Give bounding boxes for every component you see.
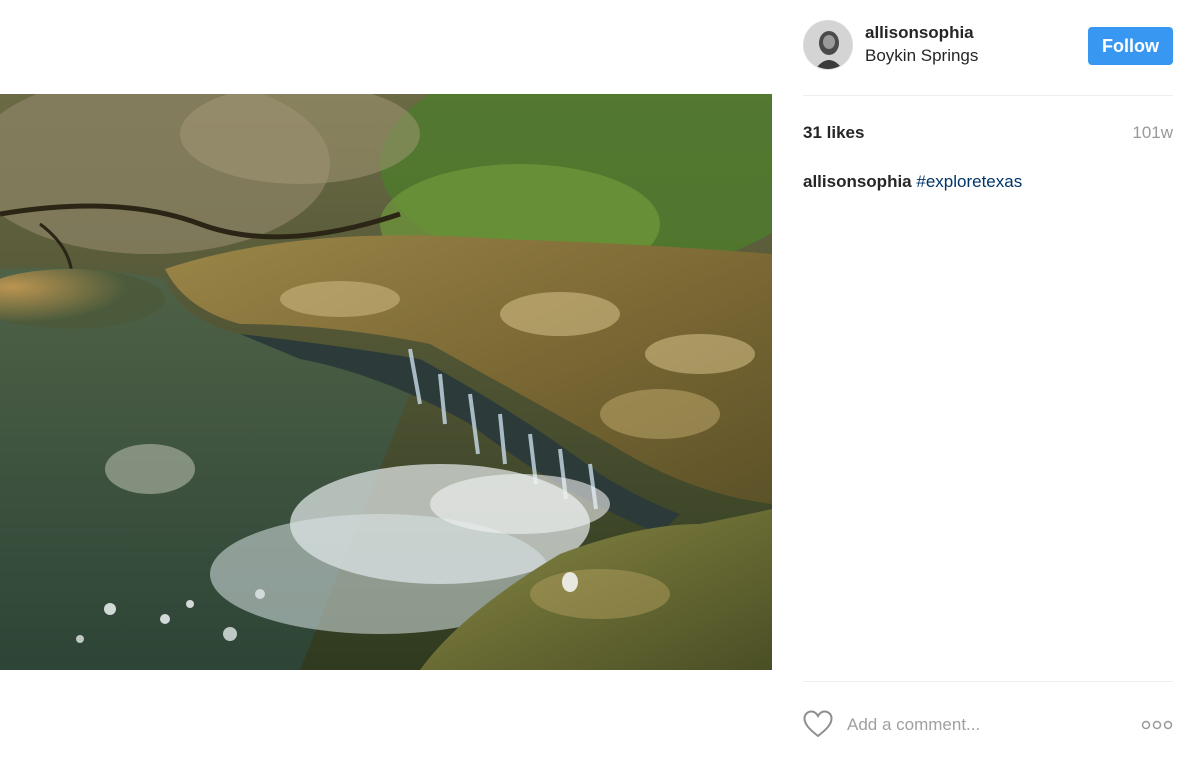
- more-options-icon[interactable]: [1141, 718, 1173, 732]
- heart-icon[interactable]: [803, 710, 833, 738]
- post-photo[interactable]: [0, 94, 772, 670]
- likes-count[interactable]: 31 likes: [803, 123, 864, 143]
- post-location[interactable]: Boykin Springs: [865, 46, 978, 66]
- caption-username[interactable]: allisonsophia: [803, 172, 912, 191]
- divider: [803, 95, 1173, 96]
- caption: allisonsophia #exploretexas: [803, 172, 1022, 192]
- author-username[interactable]: allisonsophia: [865, 23, 974, 43]
- waterfall-photo: [0, 94, 772, 670]
- post-age[interactable]: 101w: [1132, 123, 1173, 143]
- avatar[interactable]: [803, 20, 853, 70]
- avatar-image: [804, 21, 852, 69]
- post-sidebar: allisonsophia Boykin Springs Follow 31 l…: [803, 0, 1173, 767]
- comment-input[interactable]: [847, 712, 1117, 738]
- divider: [803, 681, 1173, 682]
- follow-button[interactable]: Follow: [1088, 27, 1173, 65]
- caption-hashtag[interactable]: #exploretexas: [916, 172, 1022, 191]
